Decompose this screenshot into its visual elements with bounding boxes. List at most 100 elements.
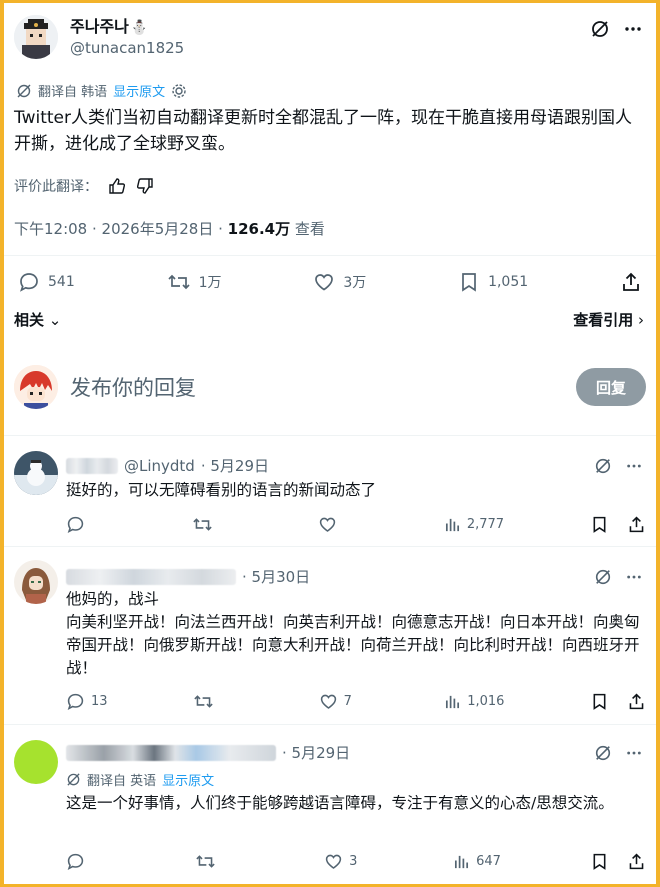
reply-date[interactable]: · 5月29日 [282, 742, 350, 763]
reply-button[interactable] [66, 515, 106, 534]
reply-text: 挺好的，可以无障碍看别的语言的新闻动态了 [66, 481, 377, 499]
author-handle[interactable]: @tunacan1825 [70, 38, 184, 58]
tweet-detail-page: 주나주나 ⛄ @tunacan1825 翻译自 韩语 显示原文 Twitter人类… [4, 3, 656, 884]
thumbs-down-icon[interactable] [136, 177, 154, 195]
grok-icon[interactable] [590, 19, 610, 39]
current-user-avatar[interactable] [14, 365, 58, 409]
reply-count: 13 [91, 694, 108, 709]
tweet-text: Twitter人类们当初自动翻译更新时全都混乱了一阵，现在干脆直接用母语跟别国人… [14, 108, 632, 154]
heart-icon [313, 271, 335, 293]
reply-avatar[interactable] [14, 740, 58, 784]
reply-button[interactable]: 13 [66, 692, 108, 711]
blurred-display-name [66, 744, 276, 761]
view-count: 647 [476, 854, 501, 869]
reply-button[interactable] [66, 852, 106, 871]
share-icon[interactable] [627, 692, 646, 711]
author-name[interactable]: 주나주나 ⛄ [70, 17, 184, 38]
retweet-icon [192, 515, 213, 534]
like-button[interactable]: 3万 [313, 271, 366, 293]
chevron-down-icon: ⌄ [44, 311, 62, 329]
reply-icon [66, 692, 85, 711]
reply-date[interactable]: · 5月30日 [242, 566, 310, 587]
view-count: 1,016 [467, 694, 505, 709]
share-icon [620, 271, 642, 293]
like-count: 7 [343, 694, 352, 709]
tweet-meta: 下午12:08 · 2026年5月28日 · 126.4万 查看 [14, 218, 325, 240]
translated-from-label: 翻译自 韩语 [38, 85, 108, 100]
bookmark-icon [458, 271, 480, 293]
tweet-stats: 541 1万 3万 1,051 [18, 271, 642, 293]
reply-avatar[interactable] [14, 560, 58, 604]
analytics-icon [444, 693, 461, 710]
translate-icon [16, 83, 32, 99]
views-button[interactable]: 2,777 [444, 516, 504, 533]
show-original-link[interactable]: 显示原文 [113, 81, 165, 100]
divider [4, 255, 656, 256]
reply-text: 他妈的，战斗 向美利坚开战！向法兰西开战！向英吉利开战！向德意志开战！向日本开战… [66, 590, 640, 677]
heart-icon [318, 515, 337, 534]
bookmark-icon[interactable] [590, 515, 609, 534]
bookmark-icon[interactable] [590, 852, 609, 871]
blurred-display-name [66, 568, 236, 585]
chevron-right-icon: › [633, 311, 644, 329]
views-button[interactable]: 1,016 [444, 693, 504, 710]
rate-translation-label: 评价此翻译： [14, 179, 98, 195]
translated-from-label: 翻译自 英语 [87, 774, 157, 789]
reply-avatar[interactable] [14, 451, 58, 495]
like-button[interactable]: 7 [319, 692, 359, 711]
share-button[interactable] [620, 271, 642, 293]
tweet-timestamp[interactable]: 下午12:08 · 2026年5月28日 · [14, 220, 228, 238]
reply-item[interactable]: · 5月29日 翻译自 英语 显示原文 这是一个好事情，人们终于能够跨越语言障碍… [4, 724, 656, 884]
author-avatar[interactable] [14, 15, 58, 59]
analytics-icon [444, 516, 461, 533]
like-button[interactable] [318, 515, 358, 534]
views-button[interactable]: 647 [453, 853, 501, 870]
grok-icon[interactable] [594, 457, 612, 475]
reply-item[interactable]: @Linydtd · 5月29日 挺好的，可以无障碍看别的语言的新闻动态了 2,… [4, 435, 656, 546]
reply-icon [18, 271, 40, 293]
retweet-button[interactable] [192, 515, 232, 534]
reply-button[interactable]: 541 [18, 271, 75, 293]
related-dropdown[interactable]: 相关 ⌄ [14, 309, 61, 330]
retweet-icon [167, 271, 191, 293]
snowman-icon: ⛄ [130, 19, 149, 36]
tweet-author[interactable]: 주나주나 ⛄ @tunacan1825 [14, 15, 184, 59]
more-icon[interactable] [624, 20, 642, 38]
like-button[interactable]: 3 [324, 852, 364, 871]
share-icon[interactable] [627, 852, 646, 871]
reply-handle[interactable]: @Linydtd [124, 457, 195, 475]
like-count: 3 [349, 854, 358, 869]
thumbs-up-icon[interactable] [108, 177, 126, 195]
share-icon[interactable] [627, 515, 646, 534]
analytics-icon [453, 853, 470, 870]
heart-icon [324, 852, 343, 871]
grok-icon[interactable] [594, 744, 612, 762]
retweet-button[interactable] [193, 692, 233, 711]
bookmark-button[interactable]: 1,051 [458, 271, 528, 293]
reply-item[interactable]: · 5月30日 他妈的，战斗 向美利坚开战！向法兰西开战！向英吉利开战！向德意志… [4, 546, 656, 724]
bookmark-icon[interactable] [590, 692, 609, 711]
view-count: 2,777 [466, 517, 505, 532]
more-icon[interactable] [626, 569, 642, 585]
like-count: 3万 [343, 275, 367, 291]
translate-icon [66, 772, 81, 787]
views-label: 查看 [290, 220, 325, 238]
view-count: 126.4万 [227, 220, 291, 238]
grok-icon[interactable] [594, 568, 612, 586]
more-icon[interactable] [626, 745, 642, 761]
reply-text: 这是一个好事情，人们终于能够跨越语言障碍，专注于有意义的心态/思想交流。 [66, 794, 614, 812]
heart-icon [319, 692, 338, 711]
retweet-button[interactable]: 1万 [167, 271, 221, 293]
view-quotes-link[interactable]: 查看引用 › [573, 309, 644, 330]
reply-date[interactable]: · 5月29日 [201, 455, 269, 476]
retweet-button[interactable] [195, 852, 235, 871]
reply-input[interactable]: 发布你的回复 [70, 372, 576, 402]
show-original-link[interactable]: 显示原文 [162, 770, 214, 789]
more-icon[interactable] [626, 458, 642, 474]
reply-count: 541 [48, 274, 75, 290]
reply-submit-button[interactable]: 回复 [576, 368, 646, 406]
retweet-icon [195, 852, 216, 871]
reply-icon [66, 852, 85, 871]
blurred-display-name [66, 457, 118, 474]
translate-settings-icon[interactable] [171, 83, 187, 99]
